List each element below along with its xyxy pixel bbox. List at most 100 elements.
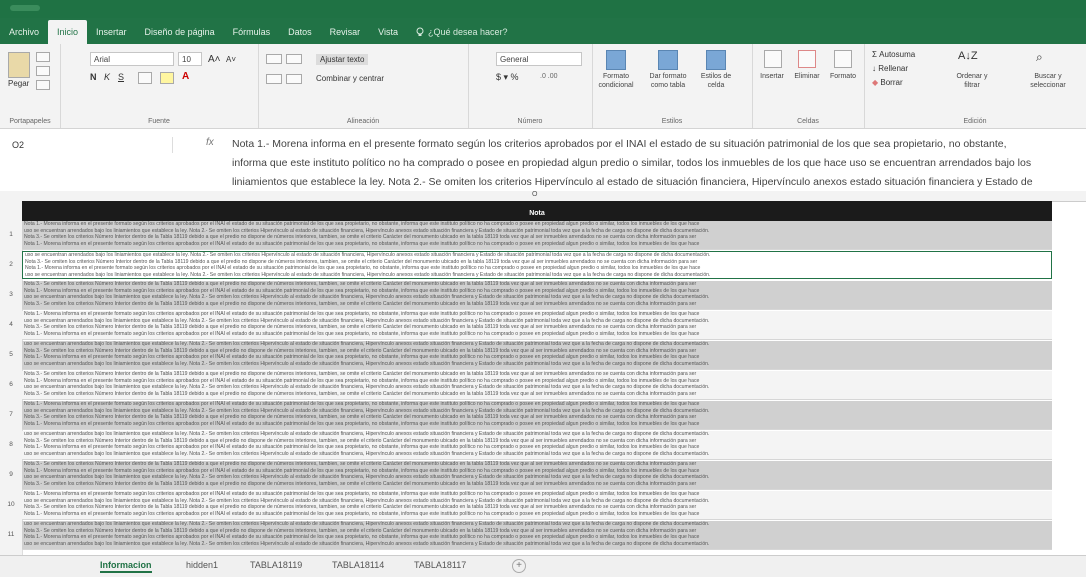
row-number[interactable]: 3 — [0, 291, 22, 298]
fill-button[interactable]: ↓ Rellenar — [872, 64, 908, 73]
clipboard-group: Pegar Portapapeles — [0, 44, 61, 128]
row-number[interactable]: 11 — [0, 531, 22, 538]
clear-button[interactable]: ◆ Borrar — [872, 78, 903, 87]
italic-button[interactable]: K — [104, 72, 110, 82]
conditional-format-icon[interactable] — [606, 50, 626, 70]
sheet-tab-hidden1[interactable]: hidden1 — [186, 560, 218, 570]
format-painter-icon[interactable] — [36, 80, 50, 90]
table-row[interactable]: uso se encuentran arrendados bajo los li… — [22, 431, 1052, 460]
ribbon-tab-bar: Archivo Inicio Insertar Diseño de página… — [0, 18, 1086, 44]
find-select-icon[interactable]: ⌕ — [1036, 50, 1043, 65]
sheet-tab-informacion[interactable]: Informacion — [100, 560, 152, 573]
table-row[interactable]: Nota 1.- Morena informa en el presente f… — [22, 491, 1052, 520]
sheet-tab-tabla18117[interactable]: TABLA18117 — [414, 560, 466, 570]
cells-group: Insertar Eliminar Formato Celdas — [752, 44, 865, 128]
paste-icon[interactable] — [8, 52, 30, 78]
decrease-font-icon[interactable]: A˅ — [226, 55, 236, 64]
number-format-dropdown[interactable]: General — [496, 52, 582, 66]
table-row[interactable]: Nota 3.- Se omiten los criterios Número … — [22, 281, 1052, 310]
wrap-text-button[interactable]: Ajustar texto — [316, 54, 369, 65]
note-cell-line: Nota 3.- Se omiten los criterios Número … — [24, 390, 697, 397]
cell-styles-button[interactable]: Estilos de celda — [694, 72, 738, 90]
fx-icon[interactable]: fx — [206, 137, 214, 148]
format-cells-icon[interactable] — [834, 50, 852, 68]
align-center-icon[interactable] — [286, 74, 302, 84]
row-number[interactable]: 8 — [0, 441, 22, 448]
table-row[interactable]: Nota 1.- Morena informa en el presente f… — [22, 401, 1052, 430]
underline-button[interactable]: S — [118, 72, 124, 82]
table-row[interactable]: Nota 1.- Morena informa en el presente f… — [22, 221, 1052, 250]
borders-icon[interactable] — [138, 72, 152, 84]
tab-insertar[interactable]: Insertar — [87, 20, 136, 44]
decimals-icon[interactable]: .0 .00 — [540, 73, 558, 80]
format-cells-button[interactable]: Formato — [824, 72, 862, 81]
format-as-table-button[interactable]: Dar formato como tabla — [644, 72, 692, 90]
note-cell-line: Nota 3.- Se omiten los criterios Número … — [24, 480, 697, 487]
sheet-tab-tabla18114[interactable]: TABLA18114 — [332, 560, 384, 570]
align-left-icon[interactable] — [266, 74, 282, 84]
cut-icon[interactable] — [36, 52, 50, 62]
insert-button[interactable]: Insertar — [754, 72, 790, 81]
bold-button[interactable]: N — [90, 72, 97, 82]
row-number[interactable]: 2 — [0, 261, 22, 268]
currency-icon[interactable]: $ ▾ % — [496, 72, 519, 83]
font-name-dropdown[interactable]: Arial — [90, 52, 174, 66]
row-number[interactable]: 10 — [0, 501, 22, 508]
row-number[interactable]: 4 — [0, 321, 22, 328]
tab-datos[interactable]: Datos — [279, 20, 321, 44]
row-number[interactable]: 1 — [0, 231, 22, 238]
fill-color-icon[interactable] — [160, 72, 174, 84]
cell-styles-icon[interactable] — [706, 50, 726, 70]
format-as-table-label-a: Dar formato — [649, 73, 687, 80]
merge-center-button[interactable]: Combinar y centrar — [316, 74, 384, 83]
fill-label: Rellenar — [878, 64, 909, 73]
find-select-button[interactable]: Buscar y seleccionar — [1010, 72, 1086, 90]
nota-column-header[interactable]: Nota — [22, 201, 1052, 221]
increase-font-icon[interactable]: A˄ — [208, 54, 221, 65]
table-row[interactable]: Nota 3.- Se omiten los criterios Número … — [22, 461, 1052, 490]
table-row[interactable]: Nota 3.- Se omiten los criterios Número … — [22, 371, 1052, 400]
tab-revisar[interactable]: Revisar — [321, 20, 370, 44]
row-number[interactable]: 5 — [0, 351, 22, 358]
orientation-icon[interactable] — [286, 54, 302, 64]
title-bar — [0, 0, 1086, 18]
name-box[interactable]: O2 — [8, 137, 173, 153]
table-row[interactable]: uso se encuentran arrendados bajo los li… — [22, 251, 1052, 279]
sheet-tab-tabla18119[interactable]: TABLA18119 — [250, 560, 302, 570]
format-as-table-icon[interactable] — [658, 50, 678, 70]
row-number[interactable]: 6 — [0, 381, 22, 388]
sort-filter-label-a: Ordenar y — [956, 73, 988, 80]
tab-vista[interactable]: Vista — [369, 20, 407, 44]
insert-icon[interactable] — [764, 50, 782, 68]
tab-inicio[interactable]: Inicio — [48, 20, 88, 44]
autosum-button[interactable]: Σ Autosuma — [872, 50, 915, 59]
align-top-icon[interactable] — [266, 54, 282, 64]
formula-content[interactable]: Nota 1.- Morena informa en el presente f… — [232, 135, 1086, 192]
sheet-tab-bar: Informacion hidden1 TABLA18119 TABLA1811… — [0, 555, 1086, 577]
copy-icon[interactable] — [36, 66, 50, 76]
row-number[interactable]: 9 — [0, 471, 22, 478]
column-header-o[interactable]: O — [532, 191, 537, 198]
font-color-icon[interactable]: A — [182, 71, 189, 82]
tab-archivo[interactable]: Archivo — [0, 20, 48, 44]
table-row[interactable]: uso se encuentran arrendados bajo los li… — [22, 521, 1052, 550]
conditional-format-button[interactable]: Formato condicional — [596, 72, 636, 90]
table-row[interactable]: uso se encuentran arrendados bajo los li… — [22, 341, 1052, 370]
tab-diseno-de-pagina[interactable]: Diseño de página — [136, 20, 224, 44]
paste-button[interactable]: Pegar — [8, 79, 29, 88]
sort-filter-icon[interactable]: A↓Z — [958, 50, 978, 62]
worksheet-grid[interactable]: O Nota 1 Nota 1.- Morena informa en el pr… — [0, 191, 1086, 555]
tab-formulas[interactable]: Fórmulas — [224, 20, 280, 44]
delete-icon[interactable] — [798, 50, 816, 68]
tell-me-box[interactable]: ¿Qué desea hacer? — [407, 20, 517, 44]
find-select-label-b: seleccionar — [1030, 82, 1066, 89]
row-number[interactable]: 7 — [0, 411, 22, 418]
note-cell-line: Nota 1.- Morena informa en el presente f… — [24, 510, 700, 517]
tell-me-text: ¿Qué desea hacer? — [428, 27, 508, 37]
styles-group-label: Estilos — [661, 118, 683, 125]
add-sheet-icon[interactable]: + — [512, 559, 526, 573]
table-row[interactable]: Nota 1.- Morena informa en el presente f… — [22, 311, 1052, 340]
sort-filter-button[interactable]: Ordenar y filtrar — [942, 72, 1002, 90]
font-size-dropdown[interactable]: 10 — [178, 52, 202, 66]
delete-button[interactable]: Eliminar — [788, 72, 826, 81]
